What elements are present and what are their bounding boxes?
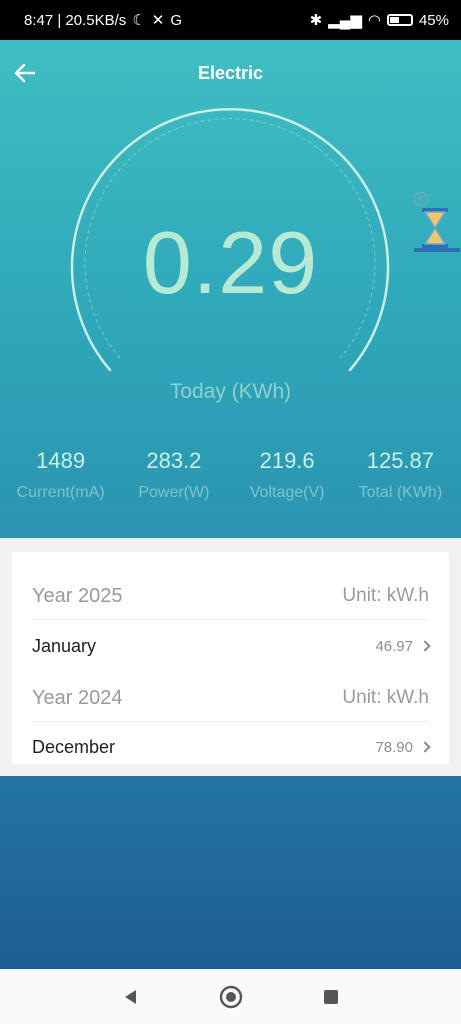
wifi-icon: ◠ — [367, 12, 381, 29]
month-kwh: 78.90 — [375, 738, 413, 756]
today-label: Today (KWh) — [169, 380, 292, 403]
g-icon: G — [170, 11, 183, 29]
signal-icon: ▂▄▆ — [328, 12, 362, 29]
triangle-back-icon — [124, 989, 136, 1004]
mute-icon: ✕ — [151, 12, 165, 29]
month-label: January — [32, 635, 97, 656]
stat-current: 1489 Current(mA) — [4, 448, 117, 502]
circle-home-icon — [219, 985, 242, 1008]
battery-percent: 45% — [418, 11, 449, 29]
bluetooth-icon: ✱ — [309, 12, 323, 29]
stat-label: Total (KWh) — [358, 484, 443, 501]
stat-label: Current(mA) — [16, 484, 105, 501]
year-header: Year 2024 Unit: kW.h — [32, 676, 429, 720]
year-label: Year 2024 — [32, 686, 123, 709]
status-left: 8:47 | 20.5KB/s ☾ ✕ G — [24, 11, 183, 30]
month-label: December — [32, 736, 116, 757]
stat-value: 125.87 — [366, 448, 435, 473]
divider — [32, 619, 429, 620]
chevron-right-icon — [419, 640, 431, 652]
stat-value: 219.6 — [259, 448, 315, 473]
moon-icon: ☾ — [132, 12, 146, 29]
unit-label: Unit: kW.h — [342, 687, 429, 708]
month-row-january[interactable]: January 46.97 — [32, 624, 431, 668]
divider — [32, 721, 429, 722]
month-value: 46.97 — [375, 637, 431, 655]
square-recent-icon — [323, 989, 338, 1004]
chevron-right-icon — [419, 741, 431, 753]
month-kwh: 46.97 — [375, 637, 413, 655]
page-title: Electric — [197, 62, 264, 83]
stat-power: 283.2 Power(W) — [117, 448, 230, 502]
stat-voltage: 219.6 Voltage(V) — [231, 448, 344, 502]
stat-label: Power(W) — [138, 484, 210, 501]
close-icon[interactable]: × — [414, 192, 428, 206]
nav-recent-button[interactable] — [316, 982, 346, 1012]
year-label: Year 2025 — [32, 584, 123, 607]
year-header: Year 2025 Unit: kW.h — [32, 574, 429, 618]
nav-back-button[interactable] — [116, 982, 146, 1012]
energy-gauge: 0.29 Today (KWh) — [0, 100, 461, 420]
month-row-december[interactable]: December 78.90 — [32, 725, 431, 769]
floating-hourglass-button[interactable]: × — [410, 192, 460, 256]
history-card: Year 2025 Unit: kW.h January 46.97 Year … — [12, 552, 449, 764]
back-arrow-icon — [14, 63, 36, 83]
app-screen: Electric 0.29 Today (KWh) × 1489 Current… — [0, 40, 461, 969]
status-time: 8:47 | 20.5KB/s — [24, 11, 127, 29]
stat-value: 1489 — [36, 448, 86, 473]
today-value: 0.29 — [142, 213, 319, 312]
stat-label: Voltage(V) — [249, 484, 325, 501]
nav-home-button[interactable] — [216, 982, 246, 1012]
system-nav-bar — [0, 969, 461, 1024]
status-right: ✱ ▂▄▆ ◠ 45% — [309, 11, 449, 30]
back-button[interactable] — [10, 58, 40, 88]
stat-value: 283.2 — [146, 448, 202, 473]
status-bar: 8:47 | 20.5KB/s ☾ ✕ G ✱ ▂▄▆ ◠ 45% — [0, 0, 461, 40]
app-header: Electric — [0, 40, 461, 106]
month-value: 78.90 — [375, 738, 431, 756]
unit-label: Unit: kW.h — [342, 585, 429, 606]
stats-row: 1489 Current(mA) 283.2 Power(W) 219.6 Vo… — [0, 448, 461, 502]
battery-icon — [386, 14, 413, 26]
stat-total: 125.87 Total (KWh) — [344, 448, 457, 502]
